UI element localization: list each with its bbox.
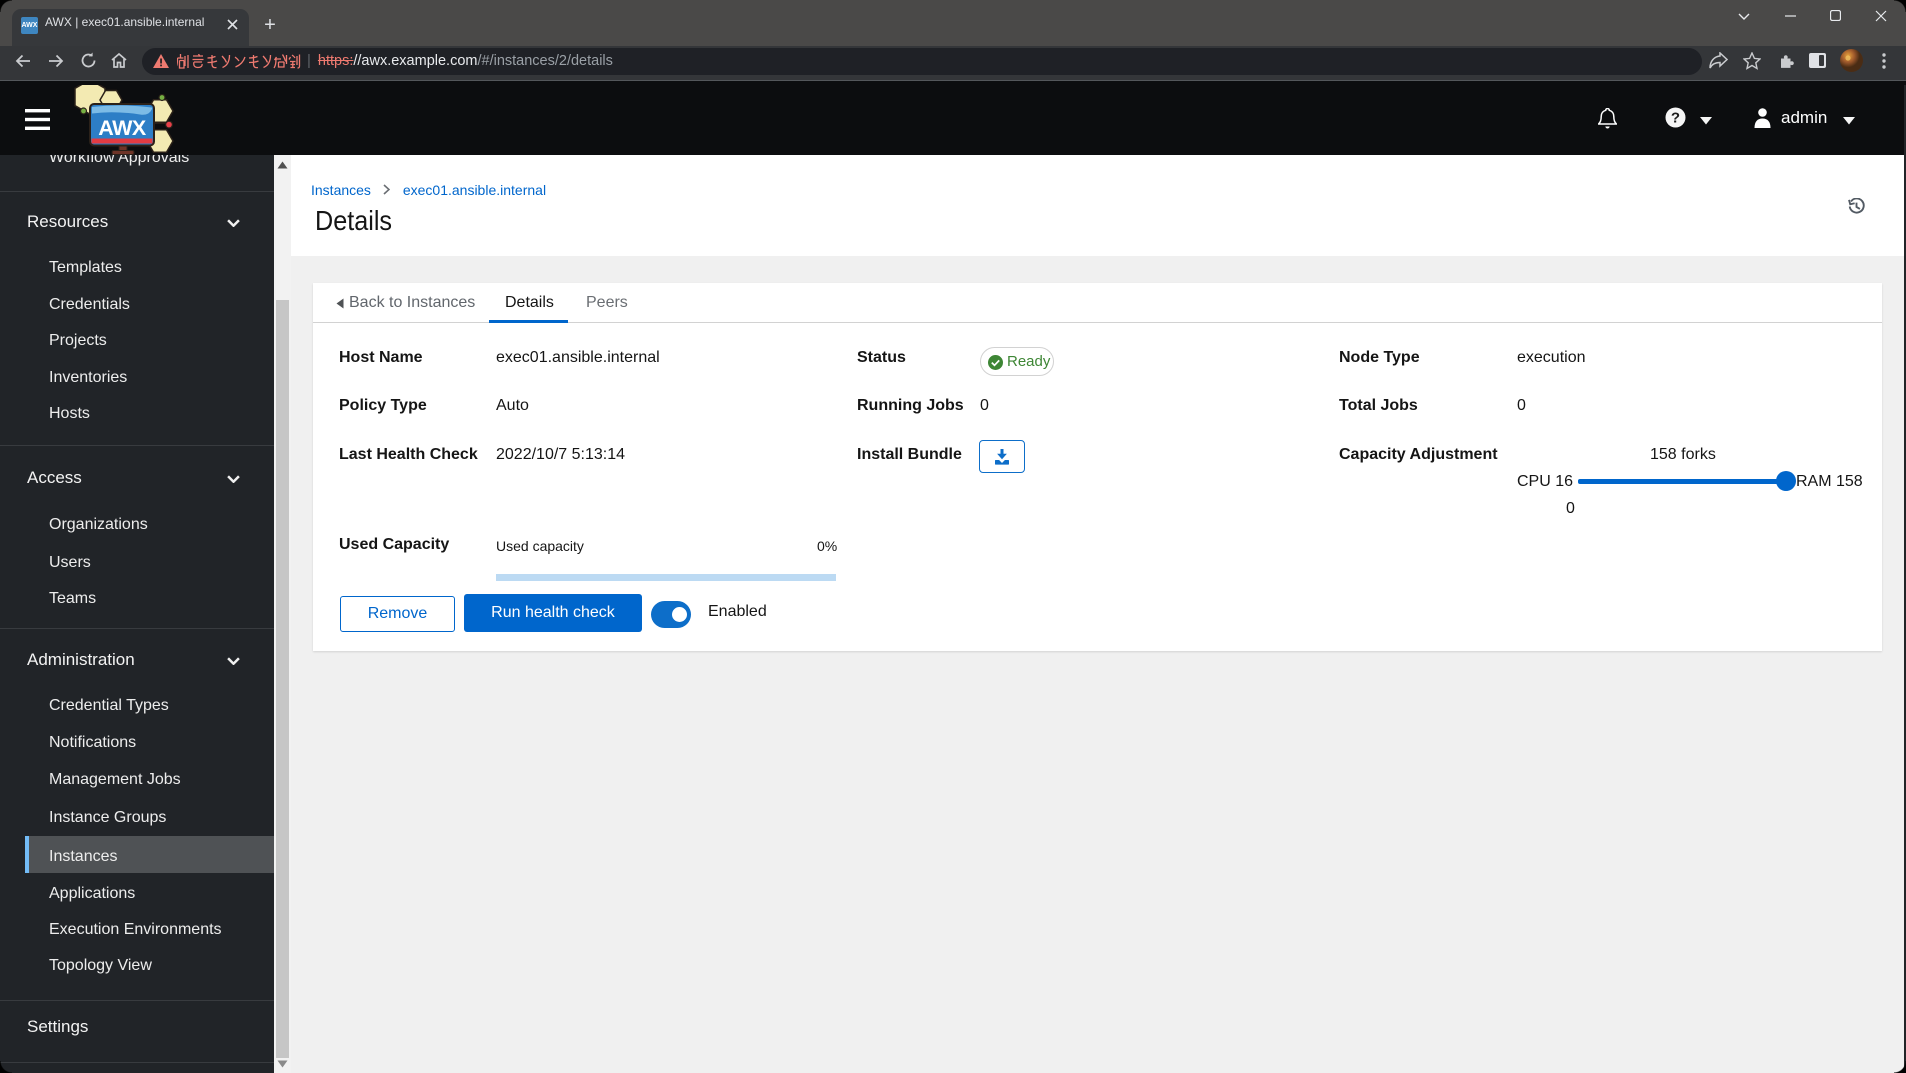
svg-text:?: ? bbox=[1671, 110, 1680, 127]
svg-text:AWX: AWX bbox=[98, 116, 147, 140]
